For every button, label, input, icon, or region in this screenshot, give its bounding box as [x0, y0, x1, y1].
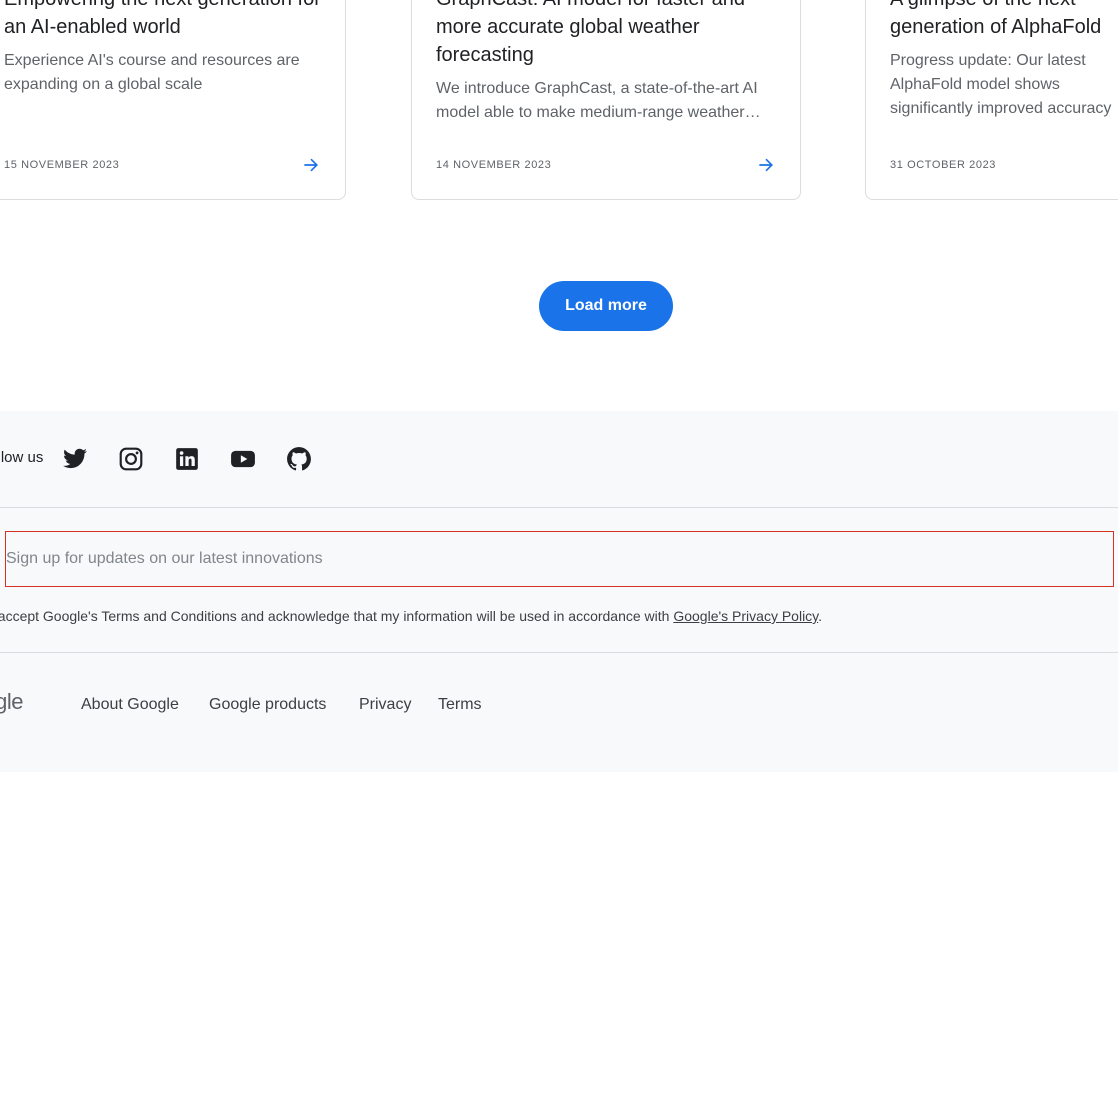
- signup-email-input[interactable]: [5, 531, 1114, 587]
- footer-link-terms[interactable]: Terms: [438, 696, 482, 714]
- card-title[interactable]: GraphCast: AI model for faster and more …: [436, 0, 776, 69]
- card-description: Experience AI's course and resources are…: [4, 52, 300, 93]
- arrow-right-icon[interactable]: [301, 155, 321, 175]
- article-card[interactable]: Empowering the next generation for an AI…: [0, 0, 346, 200]
- card-title[interactable]: Empowering the next generation for an AI…: [4, 0, 321, 41]
- follow-label: Follow us: [0, 449, 44, 466]
- linkedin-icon[interactable]: [174, 446, 200, 472]
- youtube-icon[interactable]: [230, 446, 256, 472]
- card-date: 31 OCTOBER 2023: [890, 159, 997, 171]
- card-description: We introduce GraphCast, a state-of-the-a…: [436, 80, 761, 121]
- article-card[interactable]: A glimpse of the next generation of Alph…: [865, 0, 1118, 200]
- consent-period: .: [818, 608, 823, 624]
- card-description: Progress update: Our latest AlphaFold mo…: [890, 52, 1112, 117]
- twitter-icon[interactable]: [62, 446, 88, 472]
- article-card[interactable]: GraphCast: AI model for faster and more …: [411, 0, 801, 200]
- github-icon[interactable]: [286, 446, 312, 472]
- footer: Follow us I accept Google's Terms and Co…: [0, 411, 1118, 772]
- card-date: 14 NOVEMBER 2023: [436, 159, 552, 171]
- footer-links-row: Google About Google Google products Priv…: [0, 652, 1118, 773]
- social-row: Follow us: [0, 411, 1118, 508]
- consent-label: I accept Google's Terms and Conditions a…: [0, 608, 674, 624]
- consent-text: I accept Google's Terms and Conditions a…: [0, 608, 822, 624]
- privacy-policy-link[interactable]: Google's Privacy Policy: [673, 608, 818, 624]
- arrow-right-icon[interactable]: [756, 155, 776, 175]
- card-date: 15 NOVEMBER 2023: [4, 159, 120, 171]
- footer-link-privacy[interactable]: Privacy: [359, 696, 411, 714]
- footer-link-google-products[interactable]: Google products: [209, 696, 326, 714]
- load-more-button[interactable]: Load more: [539, 281, 673, 331]
- instagram-icon[interactable]: [118, 446, 144, 472]
- card-title[interactable]: A glimpse of the next generation of Alph…: [890, 0, 1118, 41]
- google-logo[interactable]: Google: [0, 689, 23, 715]
- footer-link-about-google[interactable]: About Google: [81, 696, 179, 714]
- page: Empowering the next generation for an AI…: [0, 0, 1118, 1118]
